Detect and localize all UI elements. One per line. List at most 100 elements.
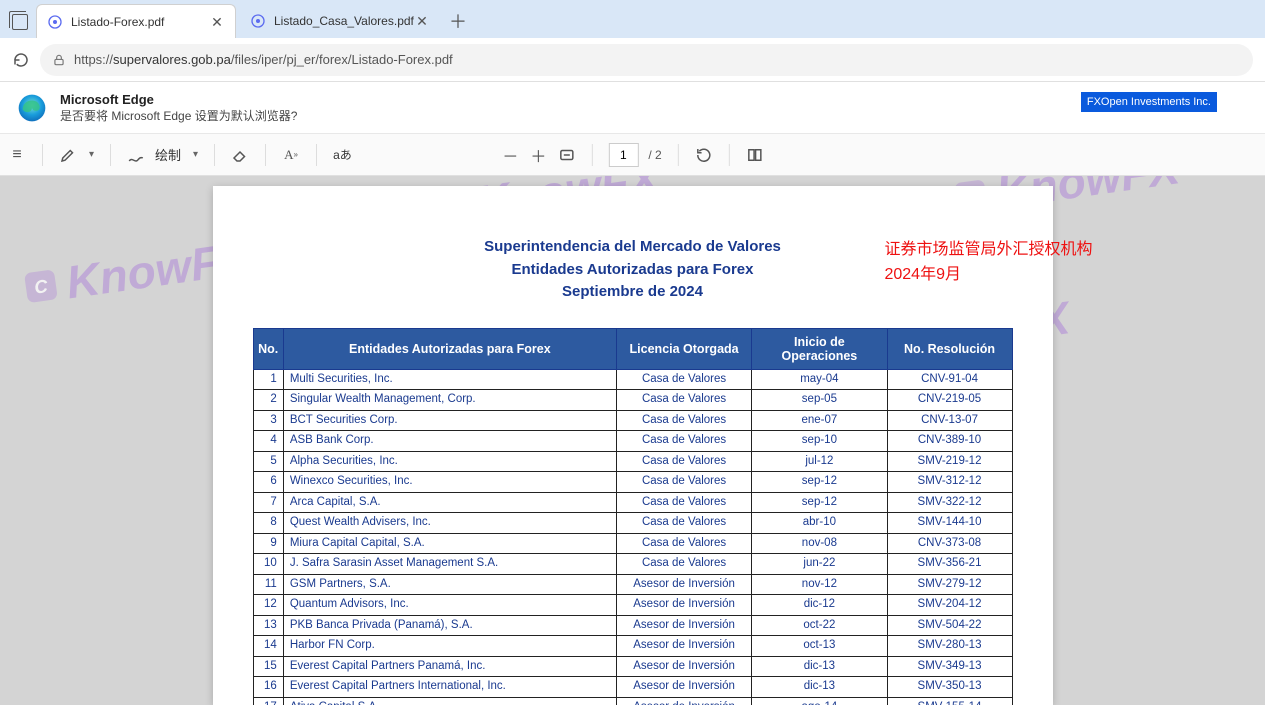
- fit-width-icon[interactable]: [557, 146, 575, 164]
- table-row: 2Singular Wealth Management, Corp.Casa d…: [253, 390, 1012, 411]
- cell-entity: Quantum Advisors, Inc.: [283, 595, 616, 616]
- erase-icon[interactable]: [231, 146, 249, 164]
- cell-resol: SMV-350-13: [887, 677, 1012, 698]
- cell-entity: Ativa Capital S.A.: [283, 697, 616, 705]
- table-row: 3BCT Securities Corp.Casa de Valoresene-…: [253, 410, 1012, 431]
- pdf-toolbar: ≡ ▾ 绘制 ▾ A» aあ － ＋ / 2: [0, 134, 1265, 176]
- cell-entity: BCT Securities Corp.: [283, 410, 616, 431]
- cell-resol: CNV-373-08: [887, 533, 1012, 554]
- cell-licencia: Casa de Valores: [616, 369, 751, 390]
- chevron-down-icon[interactable]: ▾: [89, 149, 94, 160]
- cell-entity: Harbor FN Corp.: [283, 636, 616, 657]
- url-protocol: https://: [74, 52, 113, 67]
- cell-resol: SMV-279-12: [887, 574, 1012, 595]
- cell-no: 1: [253, 369, 283, 390]
- cell-entity: Winexco Securities, Inc.: [283, 472, 616, 493]
- cell-licencia: Casa de Valores: [616, 390, 751, 411]
- cell-inicio: sep-05: [752, 390, 887, 411]
- cell-entity: Multi Securities, Inc.: [283, 369, 616, 390]
- cell-licencia: Asesor de Inversión: [616, 636, 751, 657]
- table-row: 6Winexco Securities, Inc.Casa de Valores…: [253, 472, 1012, 493]
- forex-table: No. Entidades Autorizadas para Forex Lic…: [253, 328, 1013, 705]
- highlighter-icon[interactable]: [59, 146, 77, 164]
- edge-default-prompt: Microsoft Edge 是否要将 Microsoft Edge 设置为默认…: [0, 82, 1265, 134]
- new-tab-button[interactable]: ＋: [444, 7, 472, 35]
- tab-active[interactable]: Listado-Forex.pdf ✕: [36, 4, 236, 38]
- cell-inicio: jul-12: [752, 451, 887, 472]
- tab-overview-icon: [12, 14, 28, 30]
- cell-entity: GSM Partners, S.A.: [283, 574, 616, 595]
- tab-overview-button[interactable]: [12, 14, 36, 38]
- rotate-icon[interactable]: [695, 146, 713, 164]
- cell-no: 16: [253, 677, 283, 698]
- cell-no: 2: [253, 390, 283, 411]
- chevron-down-icon[interactable]: ▾: [193, 149, 198, 160]
- page-total: / 2: [648, 148, 661, 162]
- cell-resol: SMV-504-22: [887, 615, 1012, 636]
- cell-entity: Miura Capital Capital, S.A.: [283, 533, 616, 554]
- cell-inicio: abr-10: [752, 513, 887, 534]
- pdf-tab-icon: [47, 14, 63, 30]
- pdf-viewer[interactable]: C KnowFX C KnowFX C KnowFX C KnowFX Supe…: [0, 176, 1265, 705]
- table-row: 4ASB Bank Corp.Casa de Valoressep-10CNV-…: [253, 431, 1012, 452]
- cell-inicio: ene-07: [752, 410, 887, 431]
- draw-label[interactable]: 绘制: [155, 145, 181, 164]
- close-icon[interactable]: ✕: [209, 14, 225, 30]
- cell-licencia: Asesor de Inversión: [616, 677, 751, 698]
- cell-inicio: dic-12: [752, 595, 887, 616]
- tab-title: Listado-Forex.pdf: [71, 15, 209, 29]
- zoom-in-icon[interactable]: ＋: [529, 146, 547, 164]
- cell-inicio: nov-12: [752, 574, 887, 595]
- col-resol: No. Resolución: [887, 328, 1012, 369]
- cell-entity: Alpha Securities, Inc.: [283, 451, 616, 472]
- zoom-out-icon[interactable]: －: [501, 146, 519, 164]
- cell-licencia: Casa de Valores: [616, 472, 751, 493]
- address-bar-row: https://supervalores.gob.pa/files/iper/p…: [0, 38, 1265, 82]
- address-bar[interactable]: https://supervalores.gob.pa/files/iper/p…: [40, 44, 1253, 76]
- pdf-page: Superintendencia del Mercado de Valores …: [213, 186, 1053, 705]
- cell-no: 3: [253, 410, 283, 431]
- toolbar-center: － ＋ / 2: [501, 143, 763, 167]
- table-row: 11GSM Partners, S.A.Asesor de Inversiónn…: [253, 574, 1012, 595]
- menu-icon[interactable]: ≡: [8, 146, 26, 164]
- url-text: https://supervalores.gob.pa/files/iper/p…: [74, 52, 453, 67]
- cell-licencia: Casa de Valores: [616, 492, 751, 513]
- url-path: /files/iper/pj_er/forex/Listado-Forex.pd…: [231, 52, 453, 67]
- red-annotation: 证券市场监管局外汇授权机构 2024年9月: [884, 238, 1092, 288]
- edge-logo-icon: [16, 92, 48, 124]
- svg-text:C: C: [33, 275, 50, 298]
- cell-licencia: Casa de Valores: [616, 451, 751, 472]
- table-row: 10J. Safra Sarasin Asset Management S.A.…: [253, 554, 1012, 575]
- table-row: 17Ativa Capital S.A.Asesor de Inversióna…: [253, 697, 1012, 705]
- pdf-tab-icon: [250, 13, 266, 29]
- cell-licencia: Casa de Valores: [616, 410, 751, 431]
- col-licencia: Licencia Otorgada: [616, 328, 751, 369]
- cell-entity: ASB Bank Corp.: [283, 431, 616, 452]
- text-size-icon[interactable]: A»: [282, 146, 300, 164]
- cell-licencia: Casa de Valores: [616, 533, 751, 554]
- cell-no: 4: [253, 431, 283, 452]
- red-annotation-line2: 2024年9月: [884, 263, 1092, 288]
- cell-licencia: Asesor de Inversión: [616, 574, 751, 595]
- page-view-icon[interactable]: [746, 146, 764, 164]
- cell-no: 6: [253, 472, 283, 493]
- draw-icon[interactable]: [127, 146, 145, 164]
- page-input[interactable]: [608, 143, 638, 167]
- cell-resol: SMV-349-13: [887, 656, 1012, 677]
- tab-inactive[interactable]: Listado_Casa_Valores.pdf ✕: [240, 4, 440, 38]
- cell-inicio: jun-22: [752, 554, 887, 575]
- close-icon[interactable]: ✕: [414, 13, 430, 29]
- url-domain: supervalores.gob.pa: [113, 52, 231, 67]
- reload-icon[interactable]: [12, 51, 30, 69]
- col-inicio: Inicio de Operaciones: [752, 328, 887, 369]
- cell-entity: Arca Capital, S.A.: [283, 492, 616, 513]
- cell-resol: SMV-280-13: [887, 636, 1012, 657]
- col-no: No.: [253, 328, 283, 369]
- cell-licencia: Casa de Valores: [616, 431, 751, 452]
- cell-resol: SMV-312-12: [887, 472, 1012, 493]
- translate-button[interactable]: aあ: [333, 146, 352, 163]
- cell-no: 17: [253, 697, 283, 705]
- red-annotation-line1: 证券市场监管局外汇授权机构: [884, 238, 1092, 263]
- cell-no: 12: [253, 595, 283, 616]
- cell-entity: Quest Wealth Advisers, Inc.: [283, 513, 616, 534]
